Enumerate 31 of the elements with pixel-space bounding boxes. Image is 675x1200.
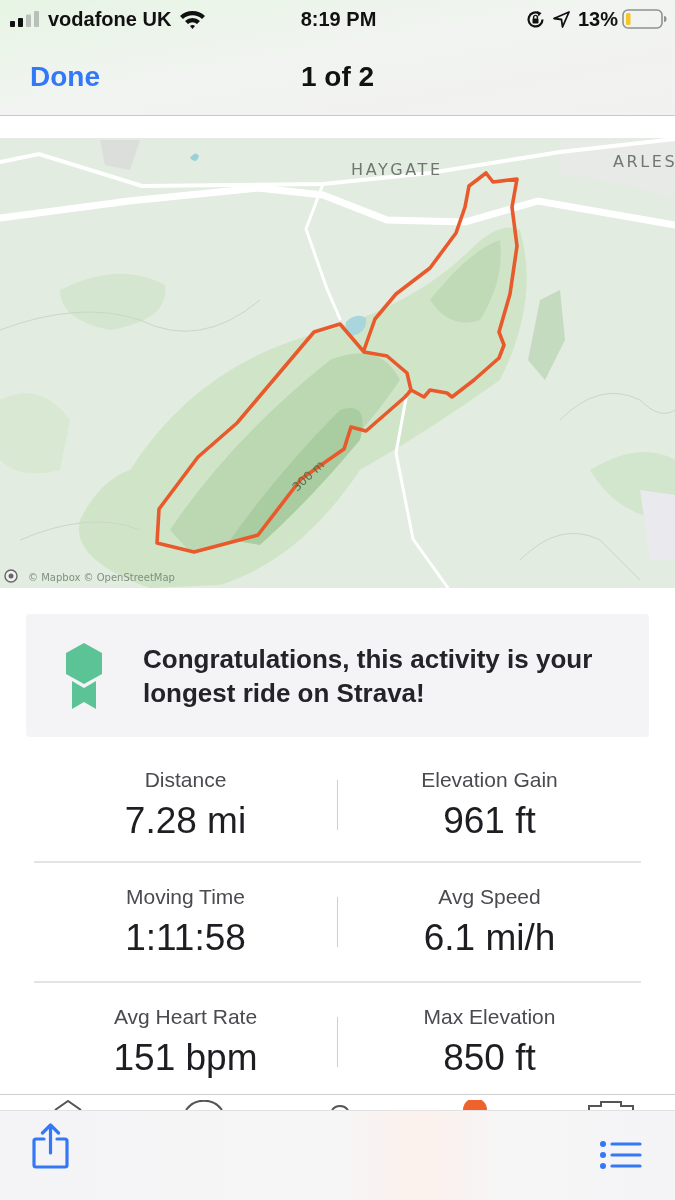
stat-value: 1:11:58 <box>125 917 246 959</box>
briefcase-icon[interactable] <box>585 1100 637 1110</box>
stat-label: Max Elevation <box>423 1005 556 1029</box>
signal-icon <box>10 11 40 27</box>
map-attribution: © Mapbox © OpenStreetMap <box>28 572 175 583</box>
share-icon[interactable] <box>32 1123 69 1169</box>
stat-label: Moving Time <box>125 885 245 909</box>
orientation-lock-icon <box>525 9 545 29</box>
stat-label: Elevation Gain <box>421 768 558 792</box>
battery-icon <box>622 9 667 29</box>
battery-percent: 13% <box>577 7 618 31</box>
stat-value: 961 ft <box>443 800 536 842</box>
stat-value: 6.1 mi/h <box>423 917 556 959</box>
contour-label: 300 m <box>289 457 328 495</box>
carrier-name: vodafone UK <box>48 7 172 31</box>
location-arrow-icon <box>552 10 570 28</box>
list-icon[interactable] <box>600 1141 642 1169</box>
achievement-text: Congratulations, this activity is your longest ride on Strava! <box>143 642 594 710</box>
status-time: 8:19 PM <box>300 7 377 31</box>
wifi-icon <box>179 9 207 29</box>
place-label: HAYGATE <box>351 160 443 179</box>
stat-value: 7.28 mi <box>124 800 247 842</box>
stat-label: Avg Speed <box>438 885 541 909</box>
stat-label: Avg Heart Rate <box>113 1005 258 1029</box>
medal-icon <box>65 642 103 709</box>
done-button[interactable]: Done <box>30 60 100 93</box>
stat-value: 151 bpm <box>113 1037 258 1079</box>
map-logo-icon <box>4 569 18 583</box>
stat-label: Distance <box>144 768 227 792</box>
page-title: 1 of 2 <box>299 60 376 93</box>
stat-value: 850 ft <box>443 1037 536 1079</box>
